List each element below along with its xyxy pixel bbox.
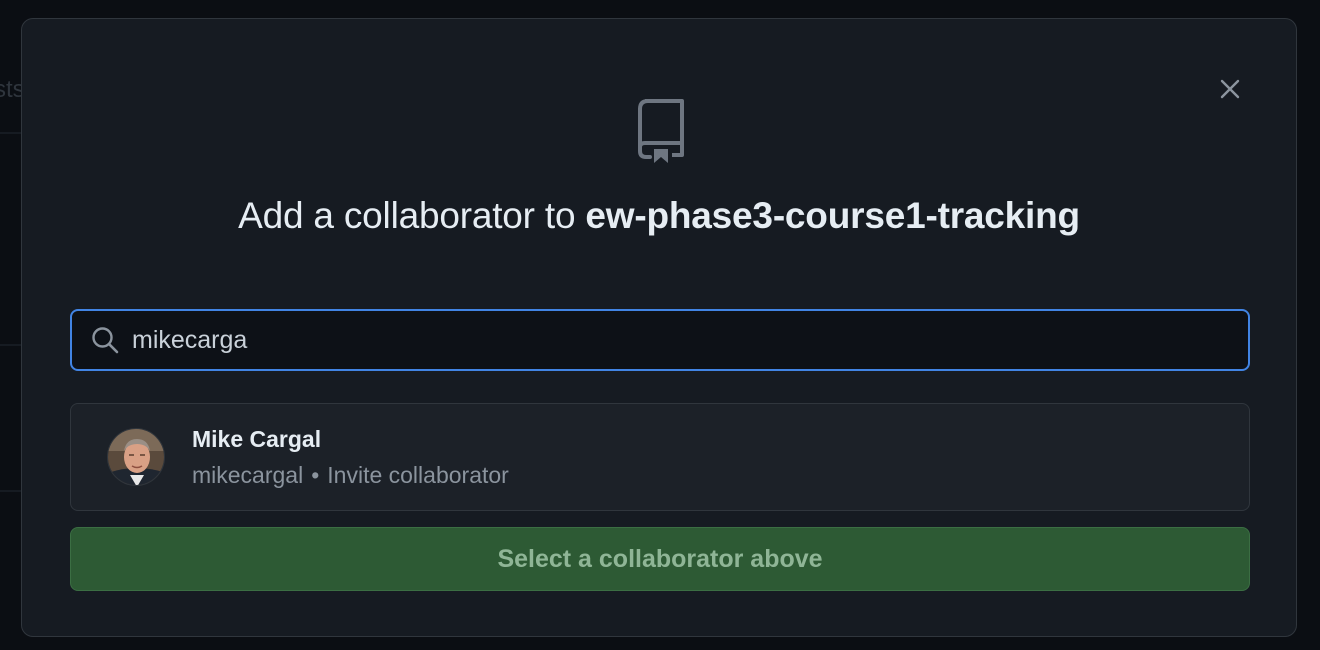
result-username: mikecargal — [192, 462, 304, 488]
result-subtitle: mikecargal • Invite collaborator — [192, 462, 509, 489]
dialog-title: Add a collaborator to ew-phase3-course1-… — [22, 195, 1296, 237]
result-action: Invite collaborator — [327, 462, 509, 488]
background-divider — [0, 490, 21, 492]
repo-icon — [638, 99, 684, 163]
search-result-item[interactable]: Mike Cargal mikecargal • Invite collaborat… — [70, 403, 1250, 511]
dialog-title-prefix: Add a collaborator to — [238, 195, 586, 236]
select-collaborator-button[interactable]: Select a collaborator above — [70, 527, 1250, 591]
avatar — [107, 428, 165, 486]
repository-name: ew-phase3-course1-tracking — [585, 195, 1080, 236]
search-input[interactable] — [132, 311, 1248, 369]
background-divider — [0, 344, 21, 346]
add-collaborator-dialog: Add a collaborator to ew-phase3-course1-… — [21, 18, 1297, 637]
background-divider — [0, 132, 21, 134]
separator-dot: • — [311, 462, 320, 488]
result-display-name: Mike Cargal — [192, 426, 322, 452]
search-icon — [92, 327, 119, 354]
close-icon — [1220, 79, 1240, 99]
close-button[interactable] — [1214, 73, 1246, 105]
collaborator-search-field[interactable] — [70, 309, 1250, 371]
